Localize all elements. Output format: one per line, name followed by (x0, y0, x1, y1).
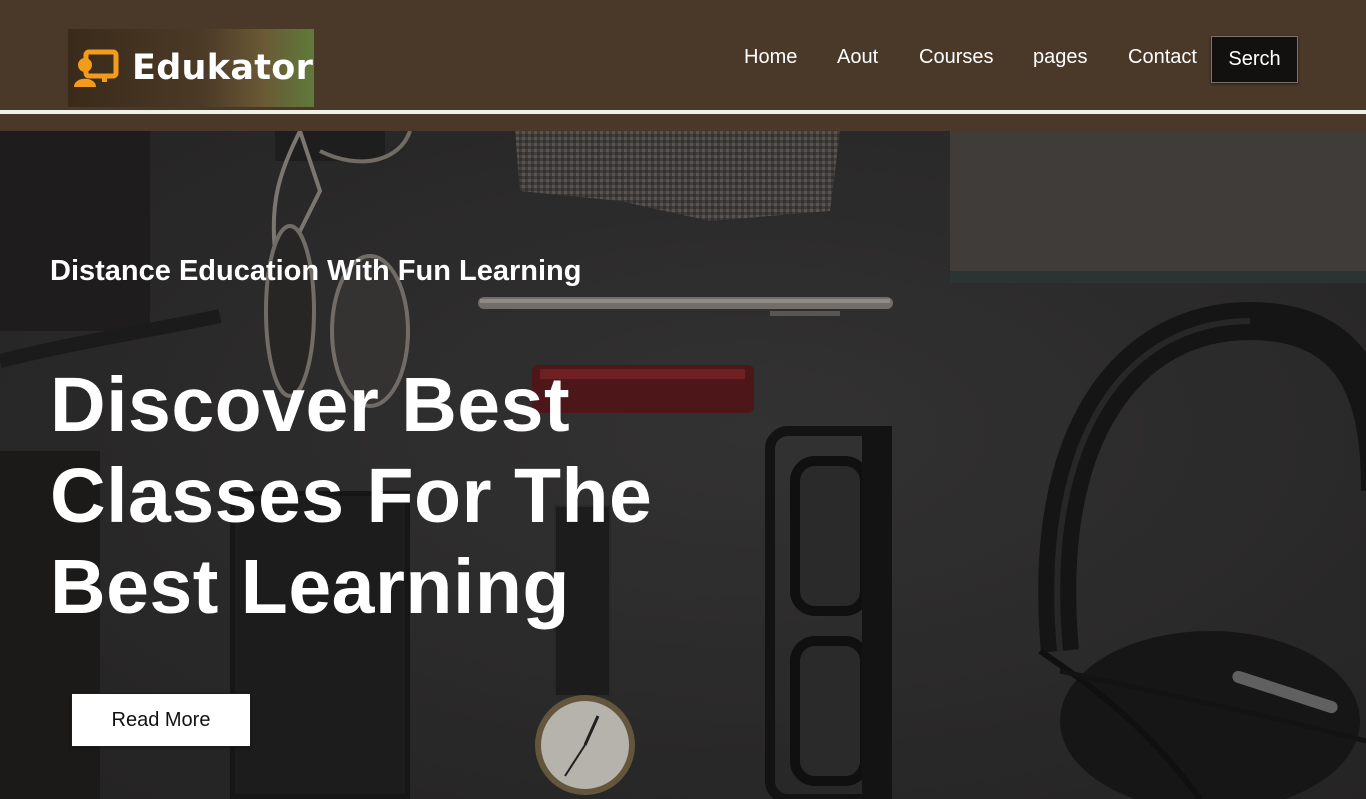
site-header: Edukator Home Aout Courses pages Contact… (0, 0, 1366, 131)
read-more-button[interactable]: Read More (71, 693, 251, 747)
hero-subtitle: Distance Education With Fun Learning (50, 255, 582, 287)
nav-item-courses[interactable]: Courses (919, 44, 993, 70)
nav-item-home[interactable]: Home (744, 44, 797, 70)
hero-headline-line-3: Best Learning (50, 544, 570, 630)
main-nav: Home Aout Courses pages Contact (0, 44, 1366, 74)
hero-section: Distance Education With Fun Learning Dis… (0, 131, 1366, 799)
hero-headline-line-2: Classes For The (50, 453, 653, 539)
nav-item-pages[interactable]: pages (1033, 44, 1088, 70)
hero-headline: Discover Best Classes For The Best Learn… (50, 360, 770, 633)
hero-headline-line-1: Discover Best (50, 362, 571, 448)
nav-item-contact[interactable]: Contact (1128, 44, 1197, 70)
nav-item-about[interactable]: Aout (837, 44, 878, 70)
search-button[interactable]: Serch (1211, 36, 1298, 83)
header-divider (0, 110, 1366, 114)
